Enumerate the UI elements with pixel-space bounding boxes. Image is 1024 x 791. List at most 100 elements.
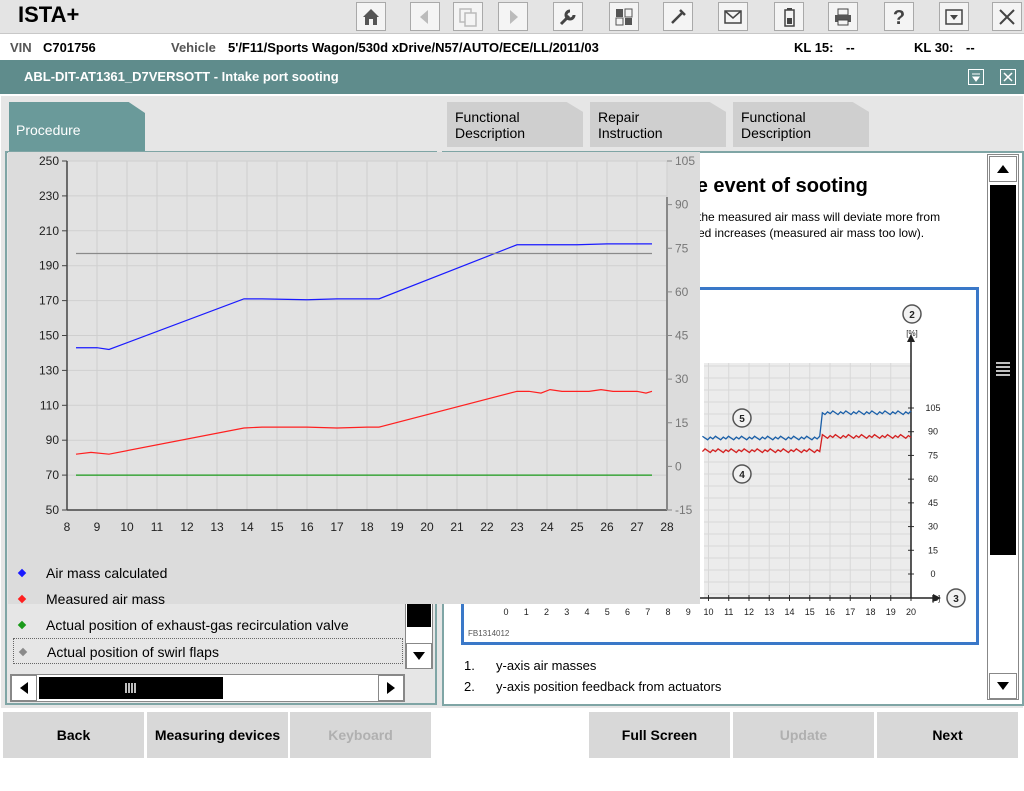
unit-seconds-label: [s] bbox=[932, 594, 940, 603]
unit-percent-label: [%] bbox=[906, 329, 918, 338]
document-text-line: ed increases (measured air mass too low)… bbox=[698, 226, 925, 240]
list-item-number: 1. bbox=[464, 658, 475, 673]
tab-procedure[interactable]: Procedure bbox=[9, 102, 145, 152]
home-button[interactable] bbox=[356, 2, 386, 31]
y-tick-label: 250 bbox=[39, 154, 59, 168]
back-button[interactable]: Back bbox=[3, 712, 144, 758]
minimize-button[interactable] bbox=[939, 2, 969, 31]
x-tick-label: 18 bbox=[360, 520, 374, 534]
print-button[interactable] bbox=[828, 2, 858, 31]
y2-tick-label: 75 bbox=[928, 450, 938, 460]
service-button[interactable] bbox=[553, 2, 583, 31]
list-item-text: y-axis position feedback from actuators bbox=[496, 679, 722, 694]
tab-label-line1: Functional bbox=[741, 109, 806, 125]
help-button[interactable]: ? bbox=[884, 2, 914, 31]
measurement-chart-panel: 8 9 10 11 12 13 14 15 16 17 18 19 20 21 22 23 24 25 26 27 28… bbox=[8, 152, 700, 604]
collapse-panel-button[interactable] bbox=[968, 69, 984, 85]
tab-procedure-label: Procedure bbox=[16, 122, 81, 138]
y-tick-label: 70 bbox=[46, 468, 60, 482]
battery-button[interactable] bbox=[774, 2, 804, 31]
tab-functional-description-2[interactable]: Functional Description bbox=[733, 102, 869, 147]
y2-tick-label: 45 bbox=[928, 498, 938, 508]
kl15-label: KL 15: bbox=[794, 40, 834, 55]
tab-repair-instruction[interactable]: Repair Instruction bbox=[590, 102, 726, 147]
battery-icon bbox=[784, 7, 795, 27]
minimize-window-icon bbox=[972, 73, 980, 82]
legend-item[interactable]: Air mass calculated bbox=[13, 560, 403, 586]
documents-icon bbox=[459, 7, 477, 27]
document-scrollbar[interactable] bbox=[987, 154, 1019, 700]
figure-code: FB1314012 bbox=[468, 629, 510, 638]
vehicle-value: 5'/F11/Sports Wagon/530d xDrive/N57/AUTO… bbox=[228, 40, 599, 55]
x-tick-label: 22 bbox=[480, 520, 494, 534]
measure-button[interactable] bbox=[663, 2, 693, 31]
scroll-thumb[interactable] bbox=[990, 185, 1016, 555]
x-tick-label: 1 bbox=[524, 607, 529, 617]
legend-item[interactable]: Actual position of swirl flaps bbox=[13, 638, 403, 664]
document-text: the measured air mass will deviate more … bbox=[698, 209, 968, 241]
x-tick-label: 12 bbox=[744, 607, 754, 617]
back-nav-button[interactable] bbox=[410, 2, 440, 31]
legend-label: Measured air mass bbox=[46, 591, 166, 607]
y-tick-label: 230 bbox=[39, 189, 59, 203]
next-button[interactable]: Next bbox=[877, 712, 1018, 758]
x-tick-label: 14 bbox=[240, 520, 254, 534]
question-icon: ? bbox=[893, 7, 905, 28]
chart-horizontal-scrollbar[interactable] bbox=[10, 674, 405, 702]
callout-label: 2 bbox=[909, 310, 915, 321]
close-app-button[interactable] bbox=[992, 2, 1022, 31]
mail-button[interactable] bbox=[718, 2, 748, 31]
vehicle-info-bar: VIN C701756 Vehicle 5'/F11/Sports Wagon/… bbox=[0, 35, 1024, 59]
y2-tick-label: 0 bbox=[930, 569, 935, 579]
document-text-line: the measured air mass will deviate more … bbox=[698, 210, 941, 224]
x-tick-label: 13 bbox=[210, 520, 224, 534]
printer-icon bbox=[835, 8, 851, 25]
y2-tick-label: 90 bbox=[928, 427, 938, 437]
scroll-down-button[interactable] bbox=[406, 643, 432, 669]
tab-label-line2: Description bbox=[741, 125, 812, 141]
house-icon bbox=[363, 8, 379, 25]
x-tick-label: 15 bbox=[805, 607, 815, 617]
x-tick-label: 8 bbox=[665, 607, 670, 617]
close-panel-button[interactable] bbox=[1000, 69, 1016, 85]
x-tick-label: 25 bbox=[570, 520, 584, 534]
y-tick-label: 210 bbox=[39, 224, 59, 238]
legend-item[interactable]: Actual position of exhaust-gas recircula… bbox=[13, 612, 403, 638]
callout-label: 5 bbox=[739, 414, 745, 425]
x-tick-label: 27 bbox=[630, 520, 644, 534]
tab-functional-description-1[interactable]: Functional Description bbox=[447, 102, 583, 147]
y2-tick-label: -15 bbox=[675, 503, 693, 517]
full-screen-button[interactable]: Full Screen bbox=[589, 712, 730, 758]
content-area: Procedure Functional Description Repair In… bbox=[1, 96, 1024, 708]
scroll-down-button[interactable] bbox=[989, 673, 1017, 699]
tab-label-line2: Instruction bbox=[598, 125, 663, 141]
vin-label: VIN bbox=[10, 40, 32, 55]
diamond-icon bbox=[18, 647, 28, 657]
scroll-left-button[interactable] bbox=[11, 675, 37, 701]
update-button[interactable]: Update bbox=[733, 712, 874, 758]
kl30-value: -- bbox=[966, 40, 975, 55]
x-tick-label: 24 bbox=[540, 520, 554, 534]
x-tick-label: 7 bbox=[645, 607, 650, 617]
legend-label: Actual position of exhaust-gas recircula… bbox=[46, 617, 349, 633]
x-tick-label: 8 bbox=[64, 520, 71, 534]
keyboard-button[interactable]: Keyboard bbox=[290, 712, 431, 758]
y-tick-label: 110 bbox=[40, 398, 59, 412]
measuring-devices-button[interactable]: Measuring devices bbox=[147, 712, 288, 758]
y2-tick-label: 75 bbox=[675, 241, 689, 255]
y2-tick-label: 45 bbox=[675, 329, 689, 343]
y2-tick-label: 15 bbox=[675, 416, 689, 430]
scroll-thumb[interactable] bbox=[39, 677, 223, 699]
forward-nav-button[interactable] bbox=[498, 2, 528, 31]
scroll-up-button[interactable] bbox=[989, 156, 1017, 182]
scroll-right-button[interactable] bbox=[378, 675, 404, 701]
legend-item[interactable]: Measured air mass bbox=[13, 586, 403, 612]
x-tick-label: 6 bbox=[625, 607, 630, 617]
session-button[interactable] bbox=[609, 2, 639, 31]
x-tick-label: 18 bbox=[865, 607, 875, 617]
copy-button[interactable] bbox=[453, 2, 483, 31]
tab-label-line2: Description bbox=[455, 125, 526, 141]
kl30-label: KL 30: bbox=[914, 40, 954, 55]
svg-text:?: ? bbox=[893, 7, 905, 28]
close-icon bbox=[999, 8, 1015, 25]
